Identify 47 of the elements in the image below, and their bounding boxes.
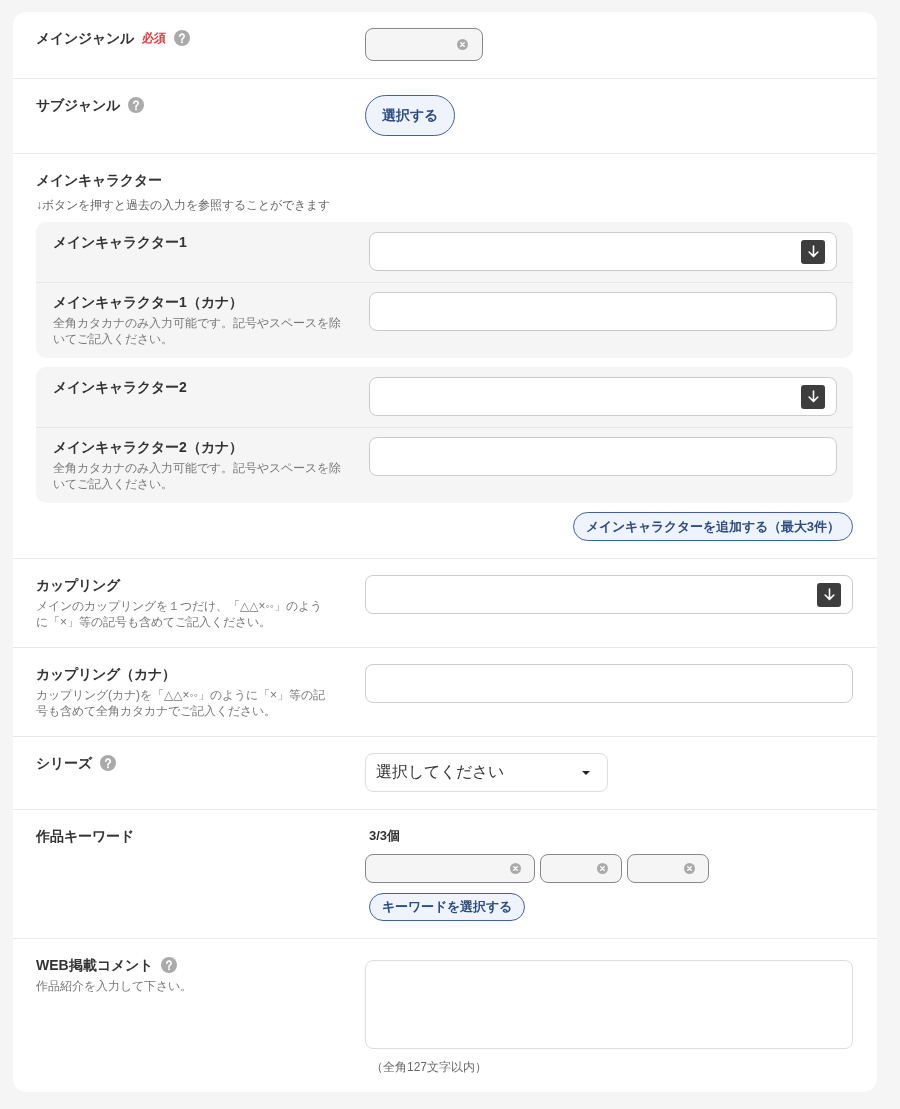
field-label: メインキャラクター2 <box>53 378 188 397</box>
help-icon[interactable] <box>100 755 116 771</box>
select-button[interactable]: 選択する <box>365 95 455 136</box>
field-note: ↓ボタンを押すと過去の入力を参照することができます <box>36 197 331 213</box>
arrow-down-icon <box>806 390 820 403</box>
clear-icon[interactable] <box>510 863 521 874</box>
help-icon[interactable] <box>174 30 190 46</box>
series-select[interactable]: 選択してください <box>365 753 608 792</box>
clear-icon[interactable] <box>684 863 695 874</box>
field-label: メインキャラクター1 <box>53 233 188 252</box>
field-label: シリーズ <box>36 754 92 773</box>
arrow-down-icon <box>806 245 820 258</box>
required-label: 必須 <box>142 30 166 47</box>
field-hint: 全角カタカナのみ入力可能です。記号やスペースを除いてご記入ください。 <box>53 315 342 347</box>
history-button[interactable] <box>817 582 841 607</box>
field-label: メインキャラクター2（カナ） <box>53 438 244 457</box>
keyword-select-button[interactable]: キーワードを選択する <box>369 893 525 921</box>
history-button[interactable] <box>801 239 825 264</box>
text-input-field[interactable] <box>369 437 837 476</box>
field-label: カップリング <box>36 576 120 595</box>
field-label: サブジャンル <box>36 96 120 115</box>
field-hint: 作品紹介を入力して下さい。 <box>36 978 193 994</box>
field-hint: メインのカップリングを１つだけ、「△△×◦◦」のように「×」等の記号も含めてご記入ください。 <box>36 598 323 630</box>
field-label: 作品キーワード <box>36 827 134 846</box>
clear-icon[interactable] <box>597 863 608 874</box>
clear-icon[interactable] <box>457 39 468 50</box>
add-character-button[interactable]: メインキャラクターを追加する（最大3件） <box>572 512 853 541</box>
history-button[interactable] <box>801 384 825 409</box>
arrow-down-icon <box>822 588 836 601</box>
comment-textarea[interactable] <box>365 960 853 1049</box>
field-hint: 全角カタカナのみ入力可能です。記号やスペースを除いてご記入ください。 <box>53 460 342 492</box>
character-limit-note: （全角127文字以内） <box>371 1059 489 1075</box>
text-input-field[interactable] <box>369 377 837 416</box>
keyword-count: 3/3個 <box>369 827 402 845</box>
text-input-field[interactable] <box>365 575 853 614</box>
field-label: メインジャンル <box>36 29 134 48</box>
field-hint: カップリング(カナ)を「△△×◦◦」のように「×」等の記号も含めて全角カタカナでご記入ください。 <box>36 687 326 719</box>
text-input-field[interactable] <box>369 292 837 331</box>
field-label: WEB掲載コメント <box>36 956 153 975</box>
text-input-field[interactable] <box>369 232 837 271</box>
text-input-field[interactable] <box>365 664 853 703</box>
caret-icon <box>582 770 590 775</box>
help-icon[interactable] <box>128 97 144 113</box>
help-icon[interactable] <box>160 957 177 973</box>
field-label: メインキャラクター <box>36 171 162 190</box>
field-label: メインキャラクター1（カナ） <box>53 293 244 312</box>
field-label: カップリング（カナ） <box>36 665 176 684</box>
